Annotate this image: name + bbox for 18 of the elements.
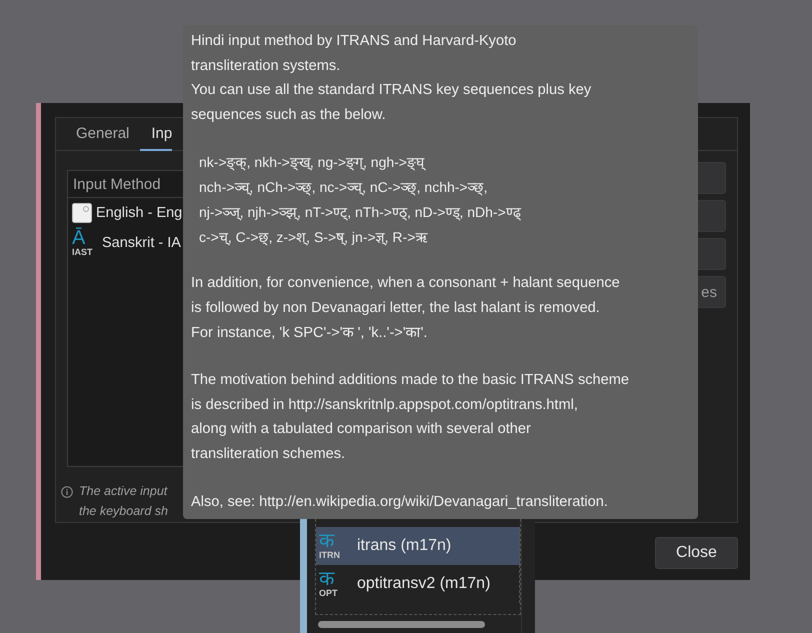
letter-icon: Ā IAST [72,229,98,257]
popup-item[interactable]: क OPT optitransv2 (m17n) [316,565,520,603]
scrollbar-thumb[interactable] [318,620,485,628]
tooltip-paragraph: Also, see: http://en.wikipedia.org/wiki/Devanagari_transliteration. [191,492,608,512]
tab[interactable]: General [65,118,140,151]
tooltip-paragraph: The motivation behind additions made to the basic ITRANS scheme is described in http://sanskritnlp.appspot.com/optitrans.html, along with a tabulated comparison with several other transliteration schemes. [191,371,630,464]
close-button[interactable]: Close [655,537,738,569]
tooltip-paragraph: In addition, for convenience, when a consonant + halant sequence is followed by non Devanagari letter, the last halant is removed. For instance, 'k SPC'->'क ', 'k..'->'का'. [191,274,620,343]
tab[interactable]: Inp [140,118,172,151]
tooltip-paragraph: Hindi input method by ITRANS and Harvard-Kyoto transliteration systems. You can use all the standard ITRANS key sequences plus key sequences such as the below. [191,32,592,125]
info-icon [61,486,73,498]
popup-item[interactable]: क ITRN itrans (m17n) [316,527,520,565]
input-method-name[interactable]: Sanskrit - IA [102,235,181,251]
square-icon [72,203,92,223]
hint-text: The active input the keyboard sh [79,483,168,520]
letter-icon: क OPT [319,570,345,598]
input-method-name[interactable]: English - Eng [96,205,182,221]
letter-icon: क ITRN [319,532,345,560]
